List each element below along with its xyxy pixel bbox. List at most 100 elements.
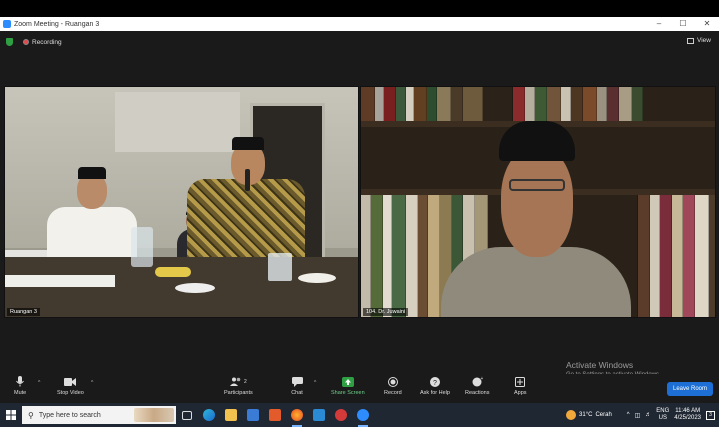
chat-button[interactable]: Chat (291, 376, 303, 396)
reactions-button[interactable]: + Reactions (465, 376, 489, 396)
grid-view-icon (687, 37, 695, 44)
taskbar-file-explorer[interactable] (220, 403, 242, 427)
language-indicator[interactable]: ENG US (656, 408, 669, 422)
minimize-button[interactable]: – (647, 17, 671, 31)
mute-button[interactable]: Mute (14, 376, 26, 396)
svg-text:+: + (480, 376, 483, 382)
notification-icon[interactable]: 3 (706, 410, 715, 420)
search-placeholder: Type here to search (38, 411, 101, 419)
video-object (155, 267, 191, 277)
taskbar-firefox[interactable] (286, 403, 308, 427)
windows-taskbar: ⚲ Type here to search 31°C Cerah ^ ◫ ♬ E… (0, 403, 719, 427)
share-screen-icon (341, 376, 354, 387)
taskbar-search-input[interactable]: ⚲ Type here to search (22, 406, 176, 424)
zoom-app-icon (3, 20, 11, 28)
taskbar-edge[interactable] (198, 403, 220, 427)
apps-button[interactable]: Apps (514, 376, 527, 396)
top-black-bar (0, 0, 719, 17)
participant-name-label: 104. Dr. Juwaini (363, 308, 409, 316)
chevron-up-icon[interactable]: ^ (91, 380, 93, 386)
bookshelf-row (361, 87, 715, 121)
video-camera-icon (64, 376, 77, 387)
chat-label: Chat (291, 390, 303, 396)
participants-button[interactable]: 2 Participants (224, 376, 253, 396)
stop-video-button[interactable]: Stop Video (57, 376, 84, 396)
system-tray: 31°C Cerah ^ ◫ ♬ ENG US 11:46 AM 4/25/20… (566, 408, 719, 422)
participants-count: 2 (243, 378, 247, 385)
video-object (298, 273, 336, 283)
language-region: US (658, 415, 667, 421)
smiley-icon: + (471, 376, 483, 387)
video-object (175, 283, 215, 293)
participants-label: Participants (224, 390, 253, 396)
task-view-button[interactable] (176, 403, 198, 427)
recording-label: Recording (32, 38, 62, 46)
record-button[interactable]: Record (384, 376, 402, 396)
search-highlight-image (134, 408, 174, 422)
participant-name-label: Ruangan 3 (7, 308, 40, 316)
windows-logo-icon (6, 410, 16, 420)
mute-label: Mute (14, 390, 27, 396)
video-object (131, 227, 153, 267)
taskbar-store[interactable] (242, 403, 264, 427)
svg-text:?: ? (433, 379, 437, 386)
video-tile-ruangan[interactable]: Ruangan 3 (4, 86, 359, 318)
record-icon (387, 376, 399, 387)
folder-icon (225, 409, 237, 421)
ask-for-help-label: Ask for Help (420, 390, 450, 396)
network-icon[interactable]: ◫ (635, 412, 641, 419)
clock-date: 4/25/2023 (674, 415, 701, 421)
recording-icon (23, 39, 29, 45)
firefox-icon (291, 409, 303, 421)
chat-icon (291, 376, 303, 387)
start-button[interactable] (0, 410, 22, 420)
stop-video-label: Stop Video (57, 390, 84, 396)
mail-icon (313, 409, 325, 421)
microphone-icon (14, 376, 26, 387)
sun-icon (566, 410, 577, 420)
maximize-button[interactable]: ☐ (671, 17, 695, 31)
notification-count: 3 (709, 412, 712, 418)
taskbar-app[interactable] (330, 403, 352, 427)
video-tile-juwaini[interactable]: 104. Dr. Juwaini (360, 86, 716, 318)
search-icon: ⚲ (28, 410, 34, 420)
volume-icon[interactable]: ♬ (645, 412, 651, 418)
app-icon (335, 409, 347, 421)
window-titlebar: Zoom Meeting - Ruangan 3 – ☐ ✕ (0, 17, 719, 31)
zoom-icon (357, 409, 369, 421)
video-object (268, 253, 292, 281)
weather-widget[interactable]: 31°C Cerah (566, 410, 612, 420)
participant-video-person (187, 129, 305, 274)
edge-icon (203, 409, 215, 421)
chevron-up-icon[interactable]: ^ (314, 380, 316, 386)
apps-icon (514, 376, 526, 387)
view-button[interactable]: View (687, 37, 711, 44)
close-button[interactable]: ✕ (695, 17, 719, 31)
taskbar-mail[interactable] (308, 403, 330, 427)
taskbar-office[interactable] (264, 403, 286, 427)
ask-for-help-button[interactable]: ? Ask for Help (420, 376, 450, 396)
shield-icon[interactable] (6, 38, 13, 46)
video-object (5, 275, 115, 287)
share-screen-button[interactable]: Share Screen (331, 376, 365, 396)
share-screen-label: Share Screen (331, 390, 365, 396)
question-icon: ? (429, 376, 441, 387)
tray-chevron-icon[interactable]: ^ (627, 412, 630, 418)
watermark-title: Activate Windows (566, 360, 634, 370)
window-title: Zoom Meeting - Ruangan 3 (14, 20, 100, 28)
reactions-label: Reactions (465, 390, 490, 396)
leave-room-button[interactable]: Leave Room (667, 382, 713, 396)
view-label: View (697, 37, 711, 44)
language-code: ENG (656, 408, 670, 414)
record-label: Record (384, 390, 402, 396)
chevron-up-icon[interactable]: ^ (38, 380, 40, 386)
taskbar-zoom[interactable] (352, 403, 374, 427)
weather-temp: 31°C (579, 412, 593, 418)
meeting-status-bar: Recording (0, 31, 719, 53)
clock-time: 11:46 AM (675, 408, 701, 414)
store-icon (247, 409, 259, 421)
clock[interactable]: 11:46 AM 4/25/2023 (674, 408, 701, 422)
office-icon (269, 409, 281, 421)
participants-icon: 2 (227, 376, 249, 387)
participant-video-person (441, 117, 631, 317)
